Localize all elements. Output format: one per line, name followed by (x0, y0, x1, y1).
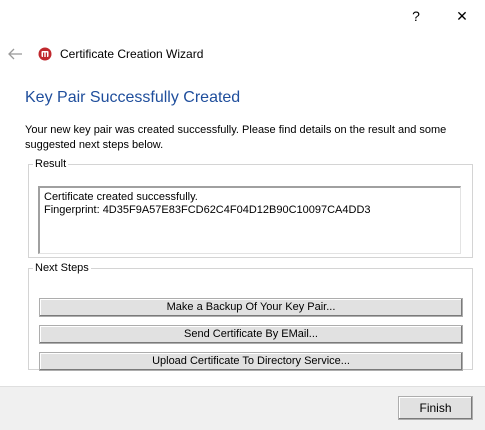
title-bar: ? ✕ (0, 0, 485, 32)
wizard-title: Certificate Creation Wizard (60, 47, 204, 61)
backup-key-pair-button[interactable]: Make a Backup Of Your Key Pair... (39, 298, 463, 317)
help-button[interactable]: ? (393, 0, 439, 32)
result-text-area[interactable]: Certificate created successfully. Finger… (38, 186, 461, 254)
close-icon: ✕ (456, 7, 468, 24)
send-certificate-email-button[interactable]: Send Certificate By EMail... (39, 325, 463, 344)
upload-certificate-button[interactable]: Upload Certificate To Directory Service.… (39, 352, 463, 371)
back-button[interactable] (6, 44, 26, 64)
page-title: Key Pair Successfully Created (25, 89, 241, 106)
result-group: Result Certificate created successfully.… (28, 158, 473, 258)
close-button[interactable]: ✕ (439, 0, 485, 32)
back-arrow-icon (8, 48, 22, 60)
result-legend: Result (35, 158, 67, 170)
wizard-window: ? ✕ Certificate Creation Wizard Key Pair… (0, 0, 485, 430)
wizard-header: Certificate Creation Wizard (0, 38, 485, 70)
certificate-app-icon (38, 47, 52, 61)
footer-bar: Finish (0, 386, 485, 430)
help-icon: ? (412, 8, 420, 24)
next-steps-group: Next Steps Make a Backup Of Your Key Pai… (28, 262, 473, 371)
result-message: Certificate created successfully. (44, 191, 198, 203)
intro-text: Your new key pair was created successful… (25, 124, 447, 151)
result-fingerprint: Fingerprint: 4D35F9A57E83FCD62C4F04D12B9… (44, 204, 371, 216)
next-steps-legend: Next Steps (35, 262, 89, 274)
finish-button[interactable]: Finish (398, 396, 473, 420)
